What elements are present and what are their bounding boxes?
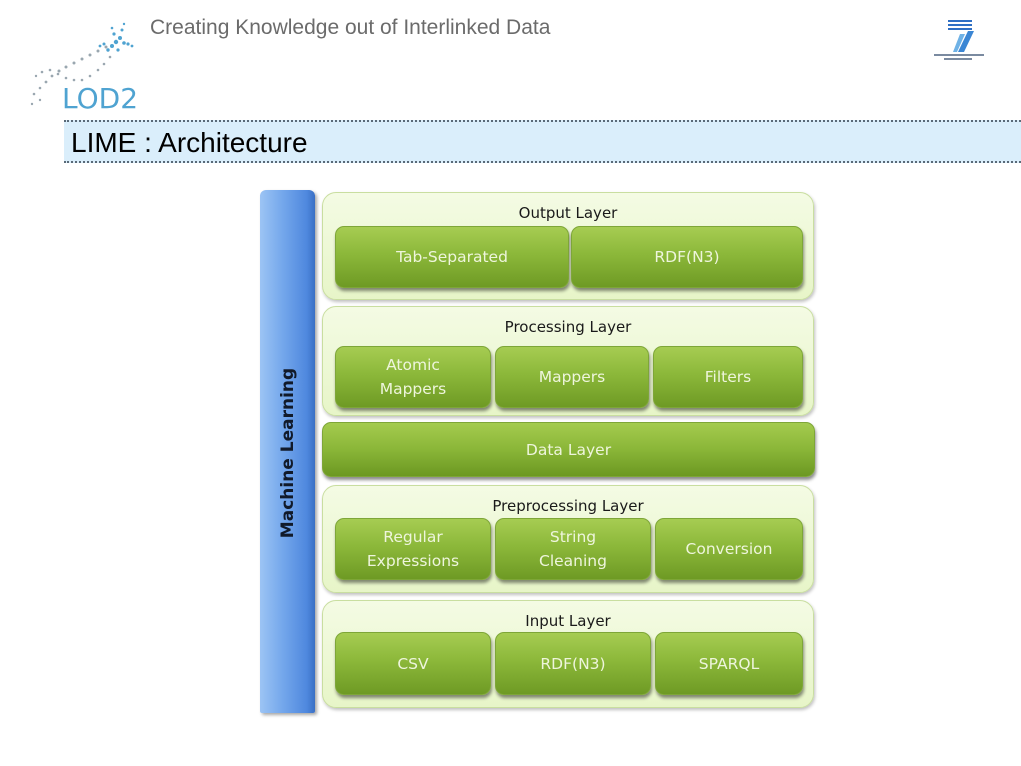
machine-learning-bar: Machine Learning <box>260 190 315 713</box>
architecture-diagram: Machine Learning Output Layer Tab-Separa… <box>258 188 820 718</box>
fp7-logo <box>930 18 988 64</box>
component-atomic-mappers: Atomic Mappers <box>335 346 491 408</box>
processing-layer: Processing Layer Atomic Mappers Mappers F… <box>322 306 814 416</box>
output-layer: Output Layer Tab-Separated RDF(N3) <box>322 192 814 300</box>
layer-title: Output Layer <box>518 204 618 222</box>
component-conversion: Conversion <box>655 518 803 580</box>
component-tab-separated: Tab-Separated <box>335 226 569 288</box>
tagline: Creating Knowledge out of Interlinked Da… <box>150 16 551 39</box>
component-sparql: SPARQL <box>655 632 803 695</box>
layer-title: Input Layer <box>525 612 611 630</box>
component-filters: Filters <box>653 346 803 408</box>
lod2-logo-text: LOD2 <box>62 82 138 114</box>
component-rdf-n3-input: RDF(N3) <box>495 632 651 695</box>
component-rdf-n3-output: RDF(N3) <box>571 226 803 288</box>
data-layer: Data Layer <box>322 422 815 477</box>
slide-title-bar: LIME : Architecture <box>64 120 1021 163</box>
layer-title: Processing Layer <box>504 318 632 336</box>
slide-title: LIME : Architecture <box>71 127 308 158</box>
component-string-cleaning: String Cleaning <box>495 518 651 580</box>
component-regular-expressions: Regular Expressions <box>335 518 491 580</box>
layer-title: Preprocessing Layer <box>492 497 644 515</box>
component-csv: CSV <box>335 632 491 695</box>
fp7-seven-icon <box>934 20 984 60</box>
input-layer: Input Layer CSV RDF(N3) SPARQL <box>322 600 814 708</box>
preprocessing-layer: Preprocessing Layer Regular Expressions S… <box>322 485 814 593</box>
component-mappers: Mappers <box>495 346 649 408</box>
machine-learning-label: Machine Learning <box>278 367 298 539</box>
